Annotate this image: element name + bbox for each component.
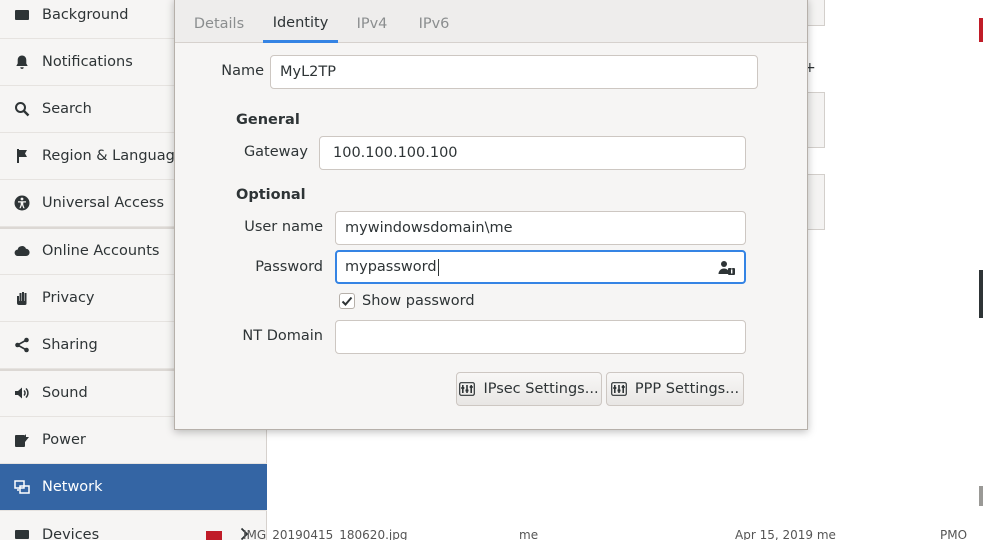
show-password-label: Show password [362,293,475,309]
window-edge-marker [979,18,983,42]
username-field[interactable]: mywindowsdomain\me [335,211,746,245]
search-icon [14,101,30,117]
sidebar-item-label: Region & Language [42,148,184,164]
sidebar-item-label: Sharing [42,337,98,353]
flag-icon [14,148,30,164]
name-label: Name [221,63,264,79]
dialog-tab-bar: Details Identity IPv4 IPv6 [175,0,807,43]
show-password-checkbox[interactable] [339,293,355,309]
sidebar-item-label: Network [42,479,103,495]
gateway-field[interactable]: 100.100.100.100 [319,136,746,170]
password-field-value: mypassword [345,259,437,275]
background-card [807,0,825,26]
sidebar-item-label: Privacy [42,290,95,306]
gateway-field-value: 100.100.100.100 [333,145,458,161]
checkmark-icon [341,296,353,306]
devices-icon [14,527,30,540]
password-label: Password [255,259,323,275]
tab-identity[interactable]: Identity [263,5,338,43]
name-field[interactable]: MyL2TP [270,55,758,89]
sidebar-item-label: Notifications [42,54,133,70]
background-icon [14,7,30,23]
text-cursor [437,258,439,276]
settings-panel-icon [459,382,476,396]
share-icon [14,337,30,353]
ntdomain-label: NT Domain [242,328,323,344]
username-label: User name [244,219,323,235]
background-file-name: IMG_20190415_180620.jpg [243,528,408,540]
ppp-settings-label: PPP Settings... [634,381,740,397]
background-card [807,92,825,148]
ppp-settings-button[interactable]: PPP Settings... [606,372,744,406]
power-icon [14,432,30,448]
sidebar-item-label: Universal Access [42,195,165,211]
show-password-row[interactable]: Show password [339,293,475,309]
password-field[interactable]: mypassword [335,250,746,284]
sidebar-item-devices[interactable]: Devices [0,511,267,540]
cloud-icon [14,243,30,259]
window-edge-marker [979,486,983,506]
tab-details[interactable]: Details [189,5,249,43]
sidebar-item-label: Background [42,7,129,23]
optional-heading: Optional [236,187,306,203]
sidebar-item-label: Power [42,432,86,448]
hand-icon [14,290,30,306]
background-card [807,174,825,230]
background-file-date: Apr 15, 2019 me [735,528,836,540]
ipsec-settings-label: IPsec Settings... [483,381,599,397]
network-icon [14,479,30,495]
name-field-value: MyL2TP [280,64,336,80]
sidebar-item-label: Search [42,101,92,117]
tab-ipv6[interactable]: IPv6 [411,5,457,43]
general-heading: General [236,112,300,128]
vpn-settings-dialog: Details Identity IPv4 IPv6 Name MyL2TP G… [174,0,808,430]
background-file-size: PMO [940,528,968,540]
sidebar-item-label: Online Accounts [42,243,160,259]
sidebar-item-network[interactable]: Network [0,464,267,511]
accessibility-icon [14,195,30,211]
sidebar-item-label: Devices [42,526,100,540]
speaker-icon [14,385,30,401]
gateway-label: Gateway [243,144,308,160]
background-file-owner: me [519,528,539,540]
ntdomain-field[interactable] [335,320,746,354]
settings-panel-icon [611,382,627,396]
sidebar-item-label: Sound [42,385,88,401]
password-storage-icon[interactable] [718,260,736,276]
bell-icon [14,54,30,70]
ipsec-settings-button[interactable]: IPsec Settings... [456,372,602,406]
background-file-icon [206,531,222,540]
tab-ipv4[interactable]: IPv4 [349,5,395,43]
window-edge-marker [979,270,983,318]
username-field-value: mywindowsdomain\me [345,220,513,236]
